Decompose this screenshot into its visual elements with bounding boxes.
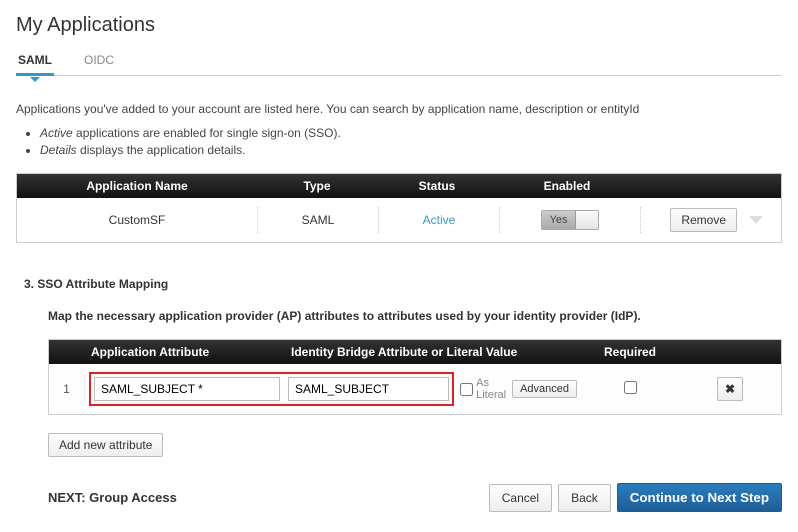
col-enabled: Enabled [497, 179, 637, 193]
highlight-box [89, 372, 454, 406]
app-name-cell: CustomSF [17, 209, 257, 231]
continue-button[interactable]: Continue to Next Step [617, 483, 782, 512]
intro-bullet-active: Active applications are enabled for sing… [40, 126, 782, 140]
footer: NEXT: Group Access Cancel Back Continue … [48, 483, 782, 512]
tab-oidc[interactable]: OIDC [82, 47, 116, 75]
attribute-row: 1 As Literal Advanced ✖ [49, 364, 781, 414]
intro-text: Applications you've added to your accoun… [16, 102, 782, 116]
section-desc: Map the necessary application provider (… [48, 309, 782, 323]
col-type: Type [257, 179, 377, 193]
toggle-knob [576, 211, 598, 229]
tabs: SAML OIDC [16, 47, 782, 76]
toggle-yes-label: Yes [542, 211, 576, 229]
app-type-cell: SAML [258, 209, 378, 231]
col-app-name: Application Name [17, 179, 257, 193]
intro-bullet-details: Details displays the application details… [40, 143, 782, 157]
advanced-button[interactable]: Advanced [512, 380, 577, 398]
col-required: Required [581, 345, 679, 359]
idp-attribute-input[interactable] [288, 377, 449, 401]
applications-table: Application Name Type Status Enabled Cus… [16, 173, 782, 243]
next-label: NEXT: Group Access [48, 490, 177, 505]
remove-button[interactable]: Remove [670, 208, 737, 232]
section-title: 3. SSO Attribute Mapping [24, 277, 782, 291]
col-status: Status [377, 179, 497, 193]
remove-attribute-button[interactable]: ✖ [717, 377, 743, 401]
tab-saml[interactable]: SAML [16, 47, 54, 75]
applications-header: Application Name Type Status Enabled [17, 174, 781, 198]
add-attribute-button[interactable]: Add new attribute [48, 433, 163, 457]
attribute-table: Application Attribute Identity Bridge At… [48, 339, 782, 415]
col-idp-attribute: Identity Bridge Attribute or Literal Val… [285, 345, 581, 359]
expand-row-icon[interactable] [749, 216, 763, 224]
page-title: My Applications [16, 14, 782, 37]
attribute-header: Application Attribute Identity Bridge At… [49, 340, 781, 364]
app-attribute-input[interactable] [94, 377, 280, 401]
attr-index: 1 [49, 374, 85, 404]
col-app-attribute: Application Attribute [85, 345, 285, 359]
intro-list: Active applications are enabled for sing… [40, 126, 782, 157]
enabled-toggle[interactable]: Yes [541, 210, 599, 230]
as-literal-checkbox[interactable] [460, 383, 473, 396]
required-checkbox[interactable] [624, 381, 637, 394]
as-literal-label[interactable]: As Literal [460, 377, 506, 401]
app-status-link[interactable]: Active [423, 213, 456, 227]
application-row: CustomSF SAML Active Yes Remove [17, 198, 781, 242]
back-button[interactable]: Back [558, 484, 611, 512]
cancel-button[interactable]: Cancel [489, 484, 552, 512]
close-icon: ✖ [725, 382, 735, 396]
